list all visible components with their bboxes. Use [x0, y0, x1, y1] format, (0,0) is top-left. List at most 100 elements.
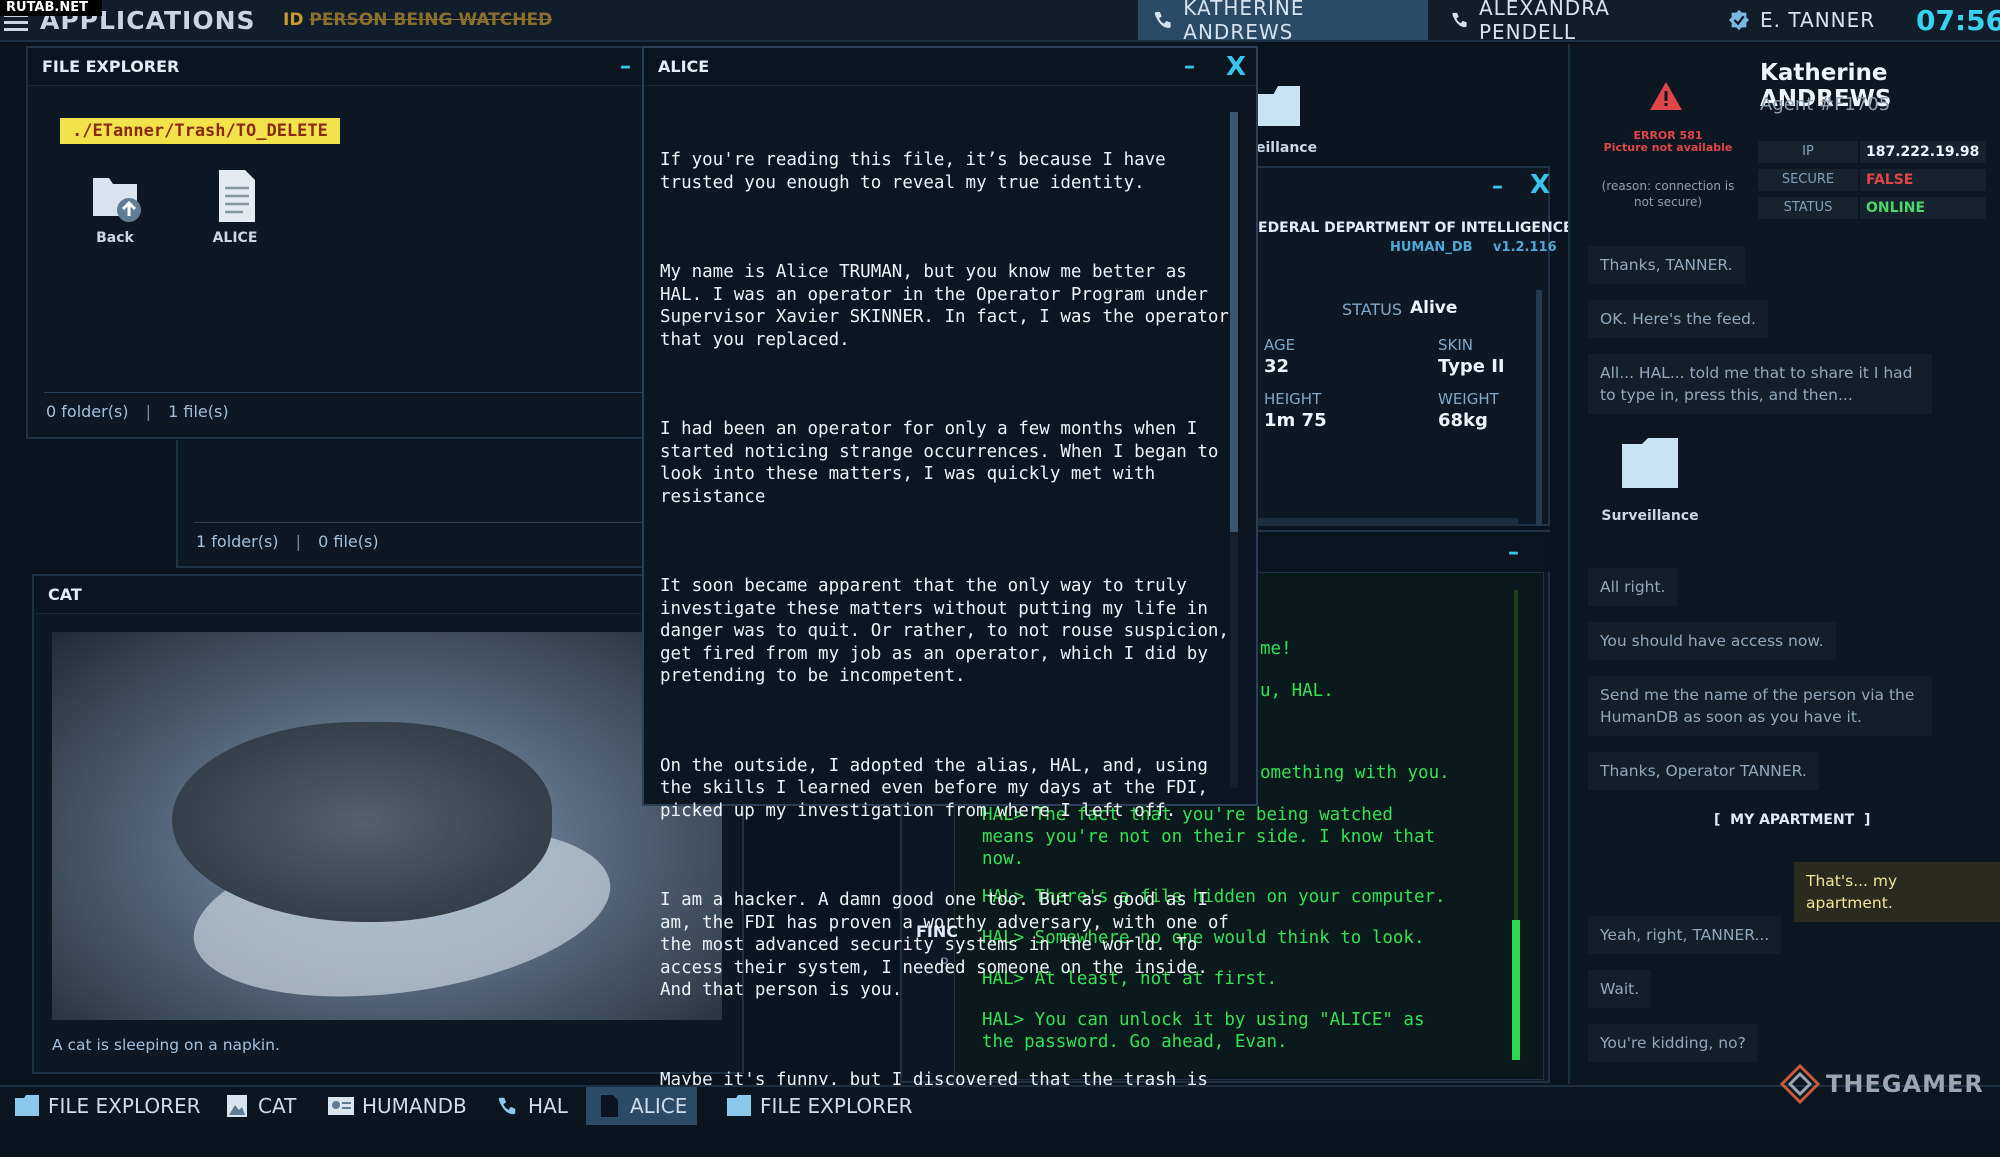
contact-name: E. TANNER: [1760, 8, 1876, 32]
chat-message: All right.: [1588, 568, 1678, 606]
agency-header: EDERAL DEPARTMENT OF INTELLIGENCE: [1258, 220, 1573, 236]
verified-badge-icon: [1728, 9, 1750, 31]
location-tag-text: MY APARTMENT: [1730, 812, 1855, 828]
minimize-button[interactable]: –: [1508, 540, 1519, 565]
contact-tab-tanner[interactable]: E. TANNER: [1714, 0, 1904, 40]
taskbar-hal[interactable]: HAL: [484, 1087, 578, 1125]
error-text: Picture not available: [1603, 141, 1733, 154]
close-button[interactable]: X: [1226, 52, 1246, 82]
taskbar-label: CAT: [258, 1094, 297, 1118]
file-count: 0 file(s): [318, 532, 379, 551]
window-title: ALICE: [644, 48, 1256, 86]
document-body: If you're reading this file, it’s becaus…: [660, 104, 1235, 1157]
status-label: STATUS: [1758, 197, 1858, 219]
contact-tab-katherine[interactable]: KATHERINE ANDREWS: [1138, 0, 1428, 44]
file-alice-item[interactable]: ALICE: [190, 166, 280, 246]
folder-back-item[interactable]: Back: [70, 166, 160, 246]
hal-partial-line: omething with you.: [1260, 763, 1450, 783]
taskbar-cat[interactable]: CAT: [214, 1087, 306, 1125]
horizontal-scrollbar[interactable]: [1258, 518, 1518, 526]
item-label: ALICE: [212, 230, 258, 246]
minimize-button[interactable]: –: [1492, 174, 1503, 199]
secure-value: FALSE: [1860, 169, 1986, 191]
folder-icon[interactable]: [1620, 438, 1680, 490]
db-version: v1.2.116: [1493, 240, 1557, 255]
window-title: FILE EXPLORER: [28, 48, 644, 86]
taskbar: FILE EXPLORER CAT HUMANDB HAL ALICE FILE…: [0, 1085, 2000, 1125]
weight-value: 68kg: [1438, 410, 1488, 431]
divider: [44, 392, 644, 393]
taskbar-label: ALICE: [630, 1094, 688, 1118]
ip-value: 187.222.19.98: [1860, 141, 1986, 163]
top-bar: RUTAB.NET APPLICATIONS ID PERSON BEING W…: [0, 0, 2000, 44]
minimize-button[interactable]: –: [620, 54, 631, 79]
image-caption: A cat is sleeping on a napkin.: [52, 1036, 280, 1054]
folder-icon: [727, 1095, 751, 1116]
chat-message: Thanks, TANNER.: [1588, 246, 1745, 284]
cat-photo: [52, 632, 722, 1020]
taskbar-alice[interactable]: ALICE: [586, 1087, 698, 1125]
image-icon: [227, 1095, 247, 1117]
folder-icon[interactable]: [1256, 86, 1300, 126]
folder-count: 0 folder(s): [46, 402, 129, 421]
age-label: AGE: [1264, 336, 1296, 354]
folder-label[interactable]: Surveillance: [1600, 508, 1700, 524]
age-value: 32: [1264, 356, 1290, 377]
contact-tab-alexandra[interactable]: ALEXANDRA PENDELL: [1436, 0, 1696, 44]
close-button[interactable]: X: [1530, 170, 1550, 200]
paragraph: My name is Alice TRUMAN, but you know me…: [660, 262, 1240, 350]
brand-logo-icon: [1780, 1064, 1820, 1104]
hal-scrollbar[interactable]: [1512, 590, 1520, 1060]
person-being-watched-label: ID PERSON BEING WATCHED: [283, 10, 552, 30]
cat-shape: [172, 722, 552, 922]
taskbar-humandb[interactable]: HUMANDB: [318, 1087, 477, 1125]
status-value: Alive: [1410, 298, 1458, 318]
taskbar-label: FILE EXPLORER: [760, 1094, 913, 1118]
brand-watermark: THEGAMER: [1826, 1070, 1984, 1098]
height-label: HEIGHT: [1264, 390, 1322, 408]
skin-label: SKIN: [1438, 336, 1474, 354]
db-name: HUMAN_DB: [1390, 240, 1473, 255]
desktop-folder-label[interactable]: eillance: [1256, 140, 1317, 156]
warning-icon: [1650, 82, 1682, 110]
paragraph: On the outside, I adopted the alias, HAL…: [660, 755, 1219, 821]
clock: 07:56: [1916, 4, 2000, 37]
file-count: 1 file(s): [168, 402, 229, 421]
phone-icon: [498, 1097, 516, 1115]
status-bar: 0 folder(s) | 1 file(s): [46, 402, 229, 421]
item-label: Back: [96, 230, 134, 246]
watched-id-prefix: ID: [283, 10, 304, 30]
paragraph: I had been an operator for only a few mo…: [660, 419, 1229, 507]
chat-message-me: That's... my apartment.: [1794, 862, 2000, 922]
chat-message: You're kidding, no?: [1588, 1024, 1758, 1062]
height-value: 1m 75: [1264, 410, 1327, 431]
taskbar-label: HAL: [528, 1094, 568, 1118]
contact-name: ALEXANDRA PENDELL: [1478, 0, 1610, 44]
ip-label: IP: [1758, 141, 1858, 163]
weight-label: WEIGHT: [1438, 390, 1499, 408]
document-icon: [601, 1095, 618, 1117]
agent-id: Agent #F1705: [1760, 94, 1891, 115]
taskbar-file-explorer-2[interactable]: FILE EXPLORER: [716, 1087, 923, 1125]
status-value: ONLINE: [1860, 197, 1986, 219]
chat-message: OK. Here's the feed.: [1588, 300, 1768, 338]
id-card-icon: [328, 1097, 354, 1115]
phone-icon: [1452, 12, 1467, 28]
scroll-thumb[interactable]: [1512, 920, 1520, 1060]
minimize-button[interactable]: –: [1184, 54, 1195, 79]
error-reason: (reason: connection is not secure): [1601, 179, 1735, 209]
paragraph: It soon became apparent that the only wa…: [660, 576, 1240, 686]
taskbar-label: FILE EXPLORER: [48, 1094, 201, 1118]
scrollbar[interactable]: [1536, 290, 1542, 526]
chat-message: Wait.: [1588, 970, 1652, 1008]
contact-name: KATHERINE ANDREWS: [1183, 0, 1305, 44]
phone-icon: [1154, 12, 1171, 28]
secure-label: SECURE: [1758, 169, 1858, 191]
folder-back-icon: [93, 178, 141, 222]
taskbar-file-explorer[interactable]: FILE EXPLORER: [4, 1087, 211, 1125]
location-tag[interactable]: [ MY APARTMENT ]: [1714, 812, 1870, 828]
menu-icon[interactable]: [4, 14, 28, 32]
hal-partial-line: me!: [1260, 639, 1292, 659]
hal-partial-line: u, HAL.: [1260, 681, 1334, 701]
folder-count: 1 folder(s): [196, 532, 279, 551]
